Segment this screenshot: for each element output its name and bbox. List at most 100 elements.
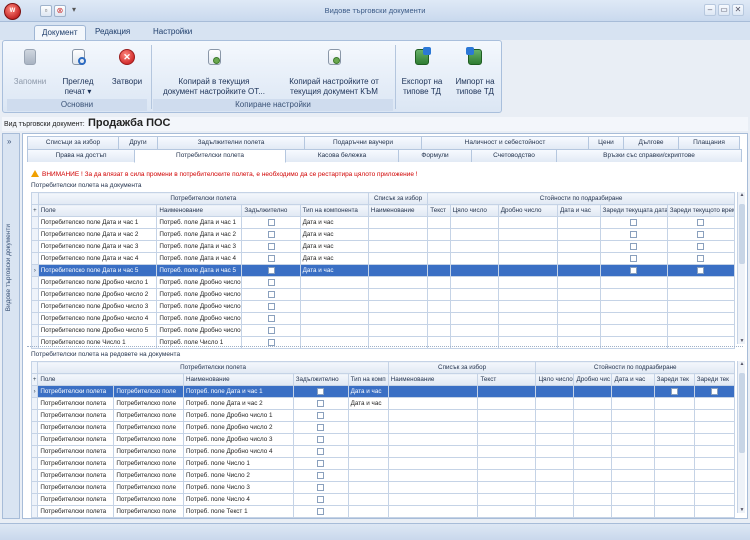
cell-field-detail[interactable]: Потребителско поле bbox=[113, 493, 184, 506]
cell-list-name[interactable] bbox=[387, 481, 479, 494]
cell-field-detail[interactable]: Потребителско поле bbox=[113, 433, 184, 446]
cell-component-type[interactable]: Дата и час bbox=[347, 397, 389, 410]
cell-field-detail[interactable]: Потребителско поле bbox=[113, 469, 184, 482]
cell-text[interactable] bbox=[427, 216, 451, 229]
cell-datetime[interactable] bbox=[611, 385, 655, 398]
cell-integer[interactable] bbox=[535, 433, 575, 446]
cell-field[interactable]: Потребителски полета bbox=[37, 481, 115, 494]
checkbox[interactable] bbox=[317, 387, 325, 395]
cell-load-current-time[interactable] bbox=[666, 252, 736, 265]
row-indicator[interactable] bbox=[31, 276, 39, 289]
cell-list-name[interactable] bbox=[387, 397, 479, 410]
col-load-current-date[interactable]: Зареди текущата дата bbox=[599, 204, 668, 217]
table-row[interactable]: Потребителски полета Потребителско поле По… bbox=[30, 397, 736, 410]
cell-load-current-date[interactable] bbox=[653, 469, 695, 482]
cell-integer[interactable] bbox=[535, 397, 575, 410]
cell-integer[interactable] bbox=[535, 385, 575, 398]
cell-field[interactable]: Потребителски полета bbox=[37, 409, 115, 422]
col-text[interactable]: Текст bbox=[477, 373, 537, 386]
cell-load-current-date[interactable] bbox=[599, 288, 668, 301]
col-datetime[interactable]: Дата и час bbox=[611, 373, 655, 386]
cell-load-current-date[interactable] bbox=[599, 300, 668, 313]
col-field[interactable]: Поле bbox=[37, 373, 184, 386]
cell-integer[interactable] bbox=[535, 457, 575, 470]
cell-load-current-time[interactable] bbox=[693, 493, 736, 506]
cell-load-current-date[interactable] bbox=[653, 409, 695, 422]
scroll-up-icon[interactable]: ▲ bbox=[738, 192, 746, 198]
row-indicator[interactable] bbox=[31, 240, 39, 253]
cell-integer[interactable] bbox=[449, 300, 499, 313]
cell-integer[interactable] bbox=[535, 409, 575, 422]
cell-text[interactable] bbox=[477, 481, 537, 494]
cell-component-type[interactable]: Дата и час bbox=[299, 252, 369, 265]
cell-component-type[interactable] bbox=[347, 469, 389, 482]
table-row[interactable]: Потребителско поле Дробно число 3 Потреб.… bbox=[31, 300, 736, 313]
cell-decimal[interactable] bbox=[497, 276, 559, 289]
cell-name[interactable]: Потреб. поле Дробно число bbox=[156, 300, 243, 313]
cell-required[interactable] bbox=[241, 216, 301, 229]
cell-decimal[interactable] bbox=[497, 300, 559, 313]
cell-text[interactable] bbox=[427, 240, 451, 253]
cell-datetime[interactable] bbox=[611, 457, 655, 470]
cell-load-current-time[interactable] bbox=[693, 445, 736, 458]
checkbox[interactable] bbox=[697, 266, 705, 274]
cell-required[interactable] bbox=[292, 397, 349, 410]
cell-text[interactable] bbox=[427, 252, 451, 265]
cell-datetime[interactable] bbox=[557, 300, 601, 313]
cell-list-name[interactable] bbox=[387, 469, 479, 482]
cell-component-type[interactable] bbox=[299, 300, 369, 313]
cell-list-name[interactable] bbox=[367, 288, 429, 301]
cell-decimal[interactable] bbox=[573, 397, 613, 410]
quick-save-icon[interactable]: ▫ bbox=[40, 5, 52, 17]
cell-load-current-time[interactable] bbox=[693, 481, 736, 494]
col-field[interactable]: Поле bbox=[37, 204, 158, 217]
checkbox[interactable] bbox=[630, 242, 638, 250]
cell-decimal[interactable] bbox=[497, 312, 559, 325]
cell-required[interactable] bbox=[241, 324, 301, 337]
collapsed-sidebar[interactable]: » Видове търговски документи bbox=[2, 133, 20, 519]
cell-decimal[interactable] bbox=[573, 457, 613, 470]
tab-receipt[interactable]: Касова бележка bbox=[285, 149, 399, 162]
col-required[interactable]: Задължително bbox=[241, 204, 301, 217]
cell-integer[interactable] bbox=[449, 228, 499, 241]
row-indicator[interactable] bbox=[31, 216, 39, 229]
cell-text[interactable] bbox=[477, 457, 537, 470]
cell-component-type[interactable] bbox=[347, 421, 389, 434]
checkbox[interactable] bbox=[697, 218, 705, 226]
cell-text[interactable] bbox=[477, 445, 537, 458]
cell-decimal[interactable] bbox=[573, 433, 613, 446]
cell-decimal[interactable] bbox=[497, 252, 559, 265]
cell-required[interactable] bbox=[292, 469, 349, 482]
col-decimal[interactable]: Дробно чис bbox=[573, 373, 613, 386]
cell-field[interactable]: Потребителско поле Дата и час 1 bbox=[37, 216, 158, 229]
cell-datetime[interactable] bbox=[611, 469, 655, 482]
checkbox[interactable] bbox=[630, 254, 638, 262]
cell-datetime[interactable] bbox=[557, 276, 601, 289]
cell-name[interactable]: Потреб. поле Число 1 bbox=[182, 457, 294, 470]
checkbox[interactable] bbox=[267, 314, 275, 322]
col-datetime[interactable]: Дата и час bbox=[557, 204, 601, 217]
cell-name[interactable]: Потреб. поле Дробно число 4 bbox=[182, 445, 294, 458]
table-row[interactable]: Потребителски полета Потребителско поле По… bbox=[30, 433, 736, 446]
cell-field[interactable]: Потребителско поле Дата и час 4 bbox=[37, 252, 158, 265]
cell-load-current-date[interactable] bbox=[653, 481, 695, 494]
cell-decimal[interactable] bbox=[573, 481, 613, 494]
cell-field[interactable]: Потребителски полета bbox=[37, 445, 115, 458]
cell-field[interactable]: Потребителски полета bbox=[37, 505, 115, 518]
cell-list-name[interactable] bbox=[367, 228, 429, 241]
col-component-type[interactable]: Тип на компонента bbox=[299, 204, 369, 217]
cell-field-detail[interactable]: Потребителско поле bbox=[113, 481, 184, 494]
checkbox[interactable] bbox=[317, 435, 325, 443]
import-types-button[interactable]: Импорт на типове ТД bbox=[449, 47, 501, 97]
cell-required[interactable] bbox=[241, 252, 301, 265]
tab-required-fields[interactable]: Задължителни полета bbox=[157, 136, 305, 149]
cell-field[interactable]: Потребителско поле Дробно число 4 bbox=[37, 312, 158, 325]
cell-text[interactable] bbox=[427, 324, 451, 337]
cell-decimal[interactable] bbox=[573, 493, 613, 506]
cell-datetime[interactable] bbox=[557, 228, 601, 241]
cell-name[interactable]: Потреб. поле Дробно число bbox=[156, 312, 243, 325]
cell-decimal[interactable] bbox=[573, 385, 613, 398]
cell-decimal[interactable] bbox=[497, 288, 559, 301]
cell-component-type[interactable] bbox=[347, 505, 389, 518]
table-row[interactable]: Потребителски полета Потребителско поле По… bbox=[30, 469, 736, 482]
